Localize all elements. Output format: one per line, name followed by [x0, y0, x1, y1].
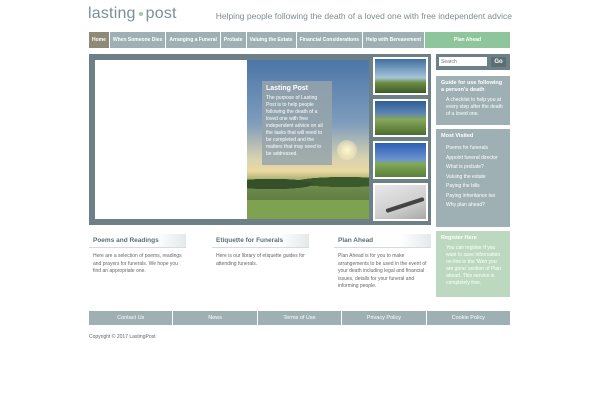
footer-cookie[interactable]: Cookie Policy	[427, 311, 510, 325]
most-visited-link[interactable]: Paying inheritance tax	[446, 192, 505, 202]
logo-dot-icon	[138, 11, 143, 16]
footer-privacy[interactable]: Privacy Policy	[342, 311, 427, 325]
main-nav: Home When Someone Dies Arranging a Funer…	[89, 32, 510, 48]
most-visited-link[interactable]: What is probate?	[446, 163, 505, 173]
column-header[interactable]: Plan Ahead	[334, 234, 431, 248]
thumbnail-pen[interactable]	[373, 183, 428, 221]
most-visited-link[interactable]: Valuing the estate	[446, 173, 505, 183]
nav-probate[interactable]: Probate	[221, 32, 247, 48]
footer-nav: Contact Us News Terms of Use Privacy Pol…	[89, 311, 510, 325]
logo-text-right: post	[145, 5, 177, 22]
footer-terms[interactable]: Terms of Use	[258, 311, 343, 325]
site-header: lasting post Helping people following the…	[88, 5, 512, 27]
nav-financial-considerations[interactable]: Financial Considerations	[297, 32, 364, 48]
most-visited-link[interactable]: Why plan ahead?	[446, 201, 505, 211]
thumbnail-tree-sunset[interactable]	[373, 57, 428, 95]
column-text: Here are a selection of poems, readings …	[93, 253, 182, 274]
column-text: Here is our library of etiquette guides …	[216, 253, 305, 267]
column-header[interactable]: Etiquette for Funerals	[212, 234, 309, 248]
nav-help-bereavement[interactable]: Help with Bereavement	[363, 32, 426, 48]
footer-contact-us[interactable]: Contact Us	[89, 311, 174, 325]
column-title: Etiquette for Funerals	[216, 237, 284, 244]
sidebar: Go Guide for use following a person's de…	[436, 54, 510, 297]
footer-news[interactable]: News	[173, 311, 258, 325]
column-plan-ahead: Plan Ahead Plan Ahead is for you to make…	[334, 234, 431, 291]
site-tagline: Helping people following the death of a …	[215, 11, 512, 21]
most-visited-title: Most Visited	[441, 133, 474, 139]
nav-valuing-estate[interactable]: Valuing the Estate	[247, 32, 297, 48]
most-visited-panel: Most Visited Poems for funerals Appoint …	[436, 129, 510, 227]
guide-title: Guide for use following a person's death	[441, 80, 503, 93]
register-title: Register Here	[441, 235, 477, 241]
column-title: Poems and Readings	[93, 237, 159, 244]
copyright-text: Copyright © 2017 LastingPost	[89, 334, 156, 340]
hero-sun	[337, 140, 357, 160]
thumbnail-fields[interactable]	[373, 141, 428, 179]
hero-title: Lasting Post	[266, 85, 309, 92]
nav-arranging-funeral[interactable]: Arranging a Funeral	[166, 32, 221, 48]
nav-when-someone-dies[interactable]: When Someone Dies	[110, 32, 167, 48]
site-logo[interactable]: lasting post	[88, 5, 177, 23]
search-button[interactable]: Go	[491, 57, 506, 67]
register-panel[interactable]: Register Here You can register if you wa…	[436, 231, 510, 297]
hero-text: The purpose of Lasting Post is to help p…	[266, 95, 323, 157]
hero-lawn	[247, 200, 369, 219]
search-input[interactable]	[439, 57, 487, 66]
hero-trees	[247, 172, 369, 192]
column-etiquette: Etiquette for Funerals Here is our libra…	[212, 234, 309, 268]
hero-blank-panel	[95, 60, 247, 219]
column-text: Plan Ahead is for you to make arrangemen…	[338, 253, 427, 289]
hero-caption: Lasting Post The purpose of Lasting Post…	[262, 81, 332, 165]
column-title: Plan Ahead	[338, 237, 374, 244]
most-visited-link[interactable]: Paying the bills	[446, 182, 505, 192]
thumbnail-countryside[interactable]	[373, 99, 428, 137]
hero-thumbnails	[373, 57, 428, 225]
logo-text-left: lasting	[88, 5, 136, 22]
search-panel: Go	[436, 54, 510, 70]
guide-panel[interactable]: Guide for use following a person's death…	[436, 76, 510, 125]
nav-plan-ahead[interactable]: Plan Ahead	[425, 32, 510, 48]
column-header[interactable]: Poems and Readings	[89, 234, 186, 248]
most-visited-link[interactable]: Poems for funerals	[446, 144, 505, 154]
register-text: You can register if you want to save inf…	[446, 245, 501, 286]
content-columns: Poems and Readings Here are a selection …	[89, 234, 431, 304]
guide-text: A checklist to help you at every step af…	[446, 97, 503, 117]
column-poems: Poems and Readings Here are a selection …	[89, 234, 186, 276]
most-visited-list: Poems for funerals Appoint funeral direc…	[441, 144, 505, 211]
most-visited-link[interactable]: Appoint funeral director	[446, 154, 505, 164]
nav-home[interactable]: Home	[89, 32, 110, 48]
pen-icon	[385, 196, 425, 214]
